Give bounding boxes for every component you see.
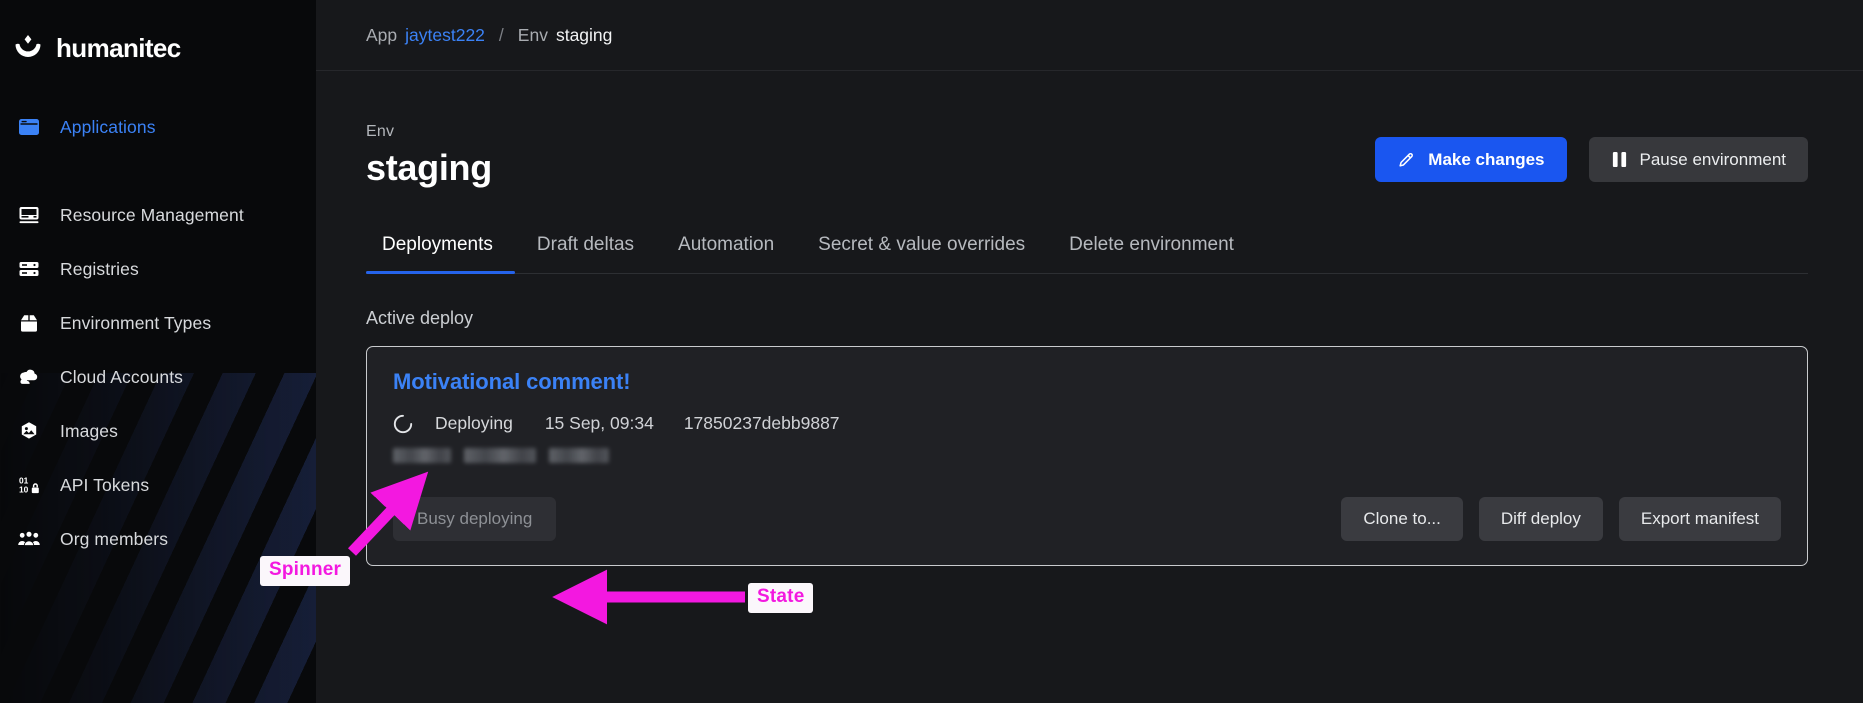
redacted-block — [464, 448, 536, 464]
binary-lock-icon: 01 10 — [16, 472, 42, 498]
active-deploy-section-label: Active deploy — [366, 308, 474, 329]
image-hexagon-icon — [16, 418, 42, 444]
page-header-row: Env staging Make changes Pause environme… — [366, 123, 1808, 188]
deploy-comment[interactable]: Motivational comment! — [393, 369, 1781, 395]
redacted-block — [549, 448, 609, 464]
state-button[interactable]: Busy deploying — [393, 497, 557, 542]
breadcrumb-env-name: staging — [555, 24, 613, 45]
pause-environment-label: Pause environment — [1639, 149, 1786, 169]
sidebar-nav: Applications Resource Management Registr… — [0, 100, 316, 566]
tab-label: Secret & value overrides — [818, 234, 1026, 256]
humanitec-smile-logo-icon — [11, 31, 45, 65]
sidebar-item-label: Resource Management — [60, 204, 244, 225]
pause-environment-button[interactable]: Pause environment — [1588, 137, 1808, 183]
tab-deployments[interactable]: Deployments — [366, 234, 515, 275]
tab-label: Delete environment — [1069, 234, 1234, 256]
sidebar: humanitec Applications Resource Manageme… — [0, 0, 316, 703]
sidebar-item-resource-management[interactable]: Resource Management — [0, 188, 316, 242]
pause-icon — [1611, 150, 1628, 169]
brand-logo[interactable]: humanitec — [0, 0, 316, 72]
make-changes-button[interactable]: Make changes — [1375, 137, 1567, 183]
card-footer: Busy deploying Clone to... Diff deploy E… — [393, 497, 1781, 542]
deploy-meta-row: Deploying 15 Sep, 09:34 17850237debb9887 — [393, 413, 1781, 434]
diff-deploy-button[interactable]: Diff deploy — [1478, 497, 1603, 542]
tab-secret-value-overrides[interactable]: Secret & value overrides — [796, 234, 1047, 273]
page-body: Env staging Make changes Pause environme… — [316, 71, 1863, 567]
brand-name: humanitec — [56, 32, 181, 63]
redacted-block — [393, 448, 451, 464]
sidebar-item-registries[interactable]: Registries — [0, 242, 316, 296]
people-group-icon — [16, 526, 42, 552]
page-actions: Make changes Pause environment — [1375, 137, 1808, 188]
sidebar-item-environment-types[interactable]: Environment Types — [0, 296, 316, 350]
active-deploy-card: Motivational comment! Deploying 15 Sep, … — [366, 346, 1808, 567]
page-title-block: Env staging — [366, 123, 492, 188]
deploy-hash: 17850237debb9887 — [683, 413, 840, 434]
sidebar-item-label: API Tokens — [60, 474, 150, 495]
sidebar-item-cloud-accounts[interactable]: Cloud Accounts — [0, 350, 316, 404]
breadcrumb-env-label: Env — [517, 24, 548, 45]
card-action-buttons: Clone to... Diff deploy Export manifest — [1341, 497, 1781, 542]
sidebar-item-label: Applications — [60, 116, 156, 137]
sidebar-item-label: Images — [60, 420, 118, 441]
breadcrumb-app-label: App — [366, 24, 398, 45]
server-rack-icon — [16, 256, 42, 282]
app-root: humanitec Applications Resource Manageme… — [0, 0, 1863, 703]
breadcrumb-app-link[interactable]: jaytest222 — [405, 25, 485, 45]
main-content: App jaytest222 / Env staging Env staging M… — [316, 0, 1863, 703]
make-changes-label: Make changes — [1428, 149, 1545, 169]
tab-automation[interactable]: Automation — [656, 234, 796, 273]
cloud-icon — [16, 364, 42, 390]
clone-to-button[interactable]: Clone to... — [1341, 497, 1463, 542]
box-open-icon — [16, 310, 42, 336]
sidebar-item-label: Cloud Accounts — [60, 366, 184, 387]
sidebar-item-applications[interactable]: Applications — [0, 100, 316, 154]
svg-text:10: 10 — [19, 485, 29, 495]
breadcrumb: App jaytest222 / Env staging — [366, 25, 612, 46]
sidebar-item-api-tokens[interactable]: 01 10 API Tokens — [0, 458, 316, 512]
deploy-date: 15 Sep, 09:34 — [544, 413, 654, 434]
sidebar-item-images[interactable]: Images — [0, 404, 316, 458]
breadcrumb-separator: / — [498, 24, 504, 45]
sidebar-item-label: Environment Types — [60, 312, 212, 333]
window-icon — [16, 114, 42, 140]
top-bar: App jaytest222 / Env staging — [316, 0, 1863, 71]
sidebar-item-label: Registries — [60, 258, 139, 279]
tab-delete-environment[interactable]: Delete environment — [1047, 234, 1256, 273]
server-screen-icon — [16, 202, 42, 228]
tab-label: Automation — [678, 234, 775, 256]
tab-label: Deployments — [382, 234, 493, 256]
export-manifest-button[interactable]: Export manifest — [1618, 497, 1781, 542]
page-title: staging — [366, 147, 492, 188]
page-eyebrow: Env — [366, 123, 395, 140]
deploy-status: Deploying — [435, 413, 513, 434]
sidebar-item-label: Org members — [60, 528, 169, 549]
spinner-icon — [393, 414, 413, 434]
tab-draft-deltas[interactable]: Draft deltas — [515, 234, 656, 273]
pencil-icon — [1397, 150, 1416, 169]
redacted-text-blocks — [393, 448, 1781, 464]
tab-bar: Deployments Draft deltas Automation Secr… — [366, 234, 1808, 275]
tab-label: Draft deltas — [536, 234, 635, 256]
sidebar-item-org-members[interactable]: Org members — [0, 512, 316, 566]
